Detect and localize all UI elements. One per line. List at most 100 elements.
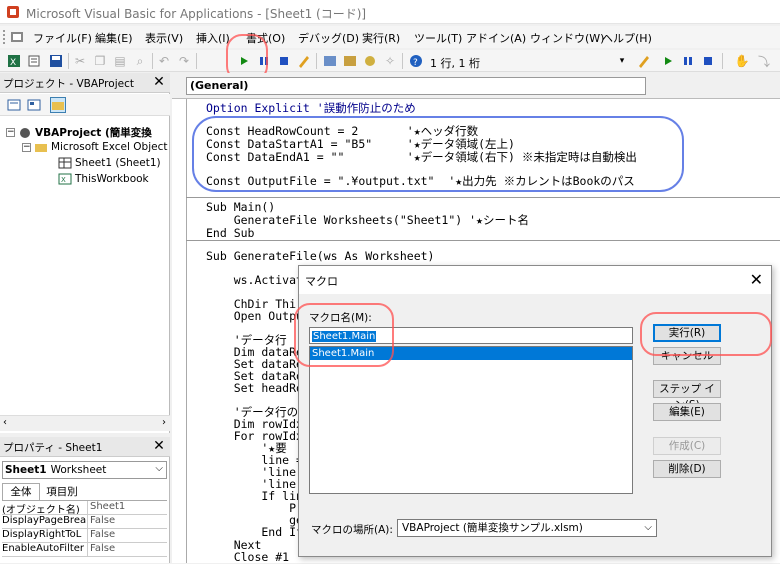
reset-icon[interactable]: [276, 53, 292, 69]
tree-item-sheet1[interactable]: Sheet1 (Sheet1): [58, 157, 161, 169]
delete-button[interactable]: 削除(D): [653, 460, 721, 478]
close-icon[interactable]: ✕: [150, 74, 168, 91]
scroll-left-icon[interactable]: ‹: [3, 417, 7, 428]
property-row[interactable]: DisplayRightToL False: [2, 529, 167, 543]
menu-addins[interactable]: アドイン(A): [466, 30, 526, 46]
collapse-icon[interactable]: −: [6, 128, 15, 137]
project-panel-title: プロジェクト - VBAProject: [3, 78, 134, 90]
annotation-macro-list-circle: [294, 303, 394, 367]
toggle-folders-icon[interactable]: [50, 97, 66, 113]
vba-project-icon: [20, 127, 30, 138]
property-row[interactable]: DisplayPageBreak False: [2, 515, 167, 529]
redo-icon[interactable]: ↷: [176, 53, 192, 69]
close-icon[interactable]: ✕: [750, 270, 763, 289]
code-window-header: (General): [172, 73, 780, 99]
menu-file[interactable]: ファイル(F): [33, 30, 92, 46]
svg-text:X: X: [61, 176, 66, 184]
menu-tools[interactable]: ツール(T): [414, 30, 462, 46]
code-line: Sub GenerateFile(ws As Worksheet): [206, 249, 435, 263]
code-line: End Sub: [206, 226, 255, 240]
menu-edit[interactable]: 編集(E): [95, 30, 133, 46]
object-dropdown[interactable]: (General): [186, 77, 646, 95]
code-line: ws.Activat: [206, 273, 303, 287]
view-excel-icon[interactable]: X: [6, 53, 22, 69]
annotation-run-button-circle: [640, 312, 772, 356]
property-row[interactable]: EnableAutoFilter False: [2, 543, 167, 557]
project-explorer-panel: プロジェクト - VBAProject ✕ − VBAProject (簡単変換…: [0, 73, 170, 433]
tab-alphabetic[interactable]: 全体: [2, 483, 40, 500]
property-name: EnableAutoFilter: [2, 543, 88, 556]
code-line: Close #1: [206, 550, 290, 564]
toolbox-icon[interactable]: ✧: [382, 53, 398, 69]
tab-categorized[interactable]: 項目別: [40, 484, 84, 500]
cut-icon[interactable]: ✂: [72, 53, 88, 69]
save-icon[interactable]: [48, 53, 64, 69]
menu-run[interactable]: 実行(R): [362, 30, 400, 46]
toolbar-options-icon[interactable]: ▾: [614, 53, 630, 69]
svg-text:X: X: [10, 58, 16, 68]
tree-folder-label: Microsoft Excel Object: [51, 141, 168, 153]
macro-location-select[interactable]: VBAProject (簡単変換サンプル.xlsm) ⌵: [397, 519, 657, 537]
create-button[interactable]: 作成(C): [653, 437, 721, 455]
property-name: DisplayPageBreak: [2, 515, 88, 528]
annotation-constants-circle: [192, 116, 684, 192]
folder-icon: [35, 144, 47, 152]
properties-grid: (オブジェクト名) Sheet1 DisplayPageBreak False Di…: [2, 500, 167, 557]
tree-item-folder[interactable]: − Microsoft Excel Object: [22, 141, 167, 153]
property-name: DisplayRightToL: [2, 529, 88, 542]
macro-location-label: マクロの場所(A):: [311, 524, 393, 536]
find-icon[interactable]: ⌕: [132, 53, 148, 69]
property-name: (オブジェクト名): [2, 501, 88, 514]
toggle-breakpoint-icon[interactable]: ✋: [734, 53, 750, 69]
property-value: False: [90, 543, 116, 554]
step-icon[interactable]: ⤵: [756, 53, 772, 69]
view-code-icon[interactable]: [6, 97, 22, 113]
design-mode-icon-2[interactable]: [636, 53, 652, 69]
excel-icon[interactable]: [10, 30, 24, 44]
help-icon[interactable]: ?: [408, 53, 424, 69]
chevron-down-icon[interactable]: ⌵: [644, 520, 652, 536]
property-row[interactable]: (オブジェクト名) Sheet1: [2, 501, 167, 515]
macro-dialog-titlebar: マクロ ✕: [299, 266, 771, 294]
macro-list[interactable]: Sheet1.Main: [309, 346, 633, 494]
menu-debug[interactable]: デバッグ(D): [298, 30, 359, 46]
properties-window-icon[interactable]: [342, 53, 358, 69]
tree-item-project[interactable]: − VBAProject (簡単変換: [6, 125, 152, 140]
tree-item-thisworkbook[interactable]: X ThisWorkbook: [58, 173, 149, 185]
undo-icon[interactable]: ↶: [156, 53, 172, 69]
project-explorer-icon[interactable]: [322, 53, 338, 69]
project-panel-header: プロジェクト - VBAProject ✕: [0, 73, 170, 93]
project-horizontal-scrollbar[interactable]: ‹ ›: [0, 415, 170, 431]
menu-help[interactable]: ヘルプ(H): [602, 30, 652, 46]
property-value: False: [90, 515, 116, 526]
code-line: GenerateFile Worksheets("Sheet1") '★シート名: [206, 213, 529, 227]
menu-grip: [3, 30, 6, 44]
procedure-separator: [186, 240, 780, 241]
code-line: Open Outpu: [206, 309, 303, 323]
object-type: Worksheet: [50, 464, 107, 476]
design-mode-icon[interactable]: [296, 53, 312, 69]
close-icon[interactable]: ✕: [150, 438, 168, 455]
break-icon-2[interactable]: [680, 53, 696, 69]
step-into-button[interactable]: ステップ イン(S): [653, 380, 721, 411]
menu-window[interactable]: ウィンドウ(W): [530, 30, 604, 46]
menu-view[interactable]: 表示(V): [145, 30, 183, 46]
view-object-icon[interactable]: [26, 97, 42, 113]
procedure-separator: [186, 197, 780, 198]
chevron-down-icon[interactable]: ⌵: [155, 463, 163, 474]
code-line: Set headRo: [206, 381, 303, 395]
insert-module-icon[interactable]: [26, 53, 42, 69]
paste-icon[interactable]: ▤: [112, 53, 128, 69]
properties-panel-header: プロパティ - Sheet1 ✕: [0, 437, 170, 457]
reset-icon-2[interactable]: [700, 53, 716, 69]
collapse-icon[interactable]: −: [22, 142, 31, 152]
edit-button[interactable]: 編集(E): [653, 403, 721, 421]
object-selector[interactable]: Sheet1 Worksheet ⌵: [2, 461, 167, 479]
menu-insert[interactable]: 挿入(I): [196, 30, 230, 46]
copy-icon[interactable]: ❐: [92, 53, 108, 69]
run-icon-2[interactable]: [660, 53, 676, 69]
object-browser-icon[interactable]: [362, 53, 378, 69]
worksheet-icon: [58, 157, 72, 169]
scroll-right-icon[interactable]: ›: [162, 417, 166, 428]
property-value: Sheet1: [90, 501, 126, 512]
